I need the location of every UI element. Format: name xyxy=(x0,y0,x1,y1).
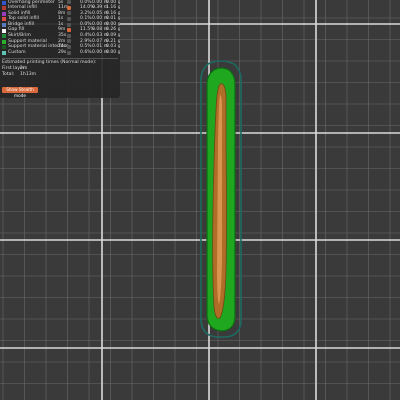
visibility-toggle[interactable] xyxy=(67,28,71,33)
feature-color-swatch xyxy=(2,17,6,22)
feature-color-swatch xyxy=(2,0,6,5)
feature-color-swatch xyxy=(2,22,6,27)
feature-time: 29s xyxy=(58,49,67,55)
first-layer-value: 2m xyxy=(20,65,28,71)
visibility-toggle[interactable] xyxy=(67,0,71,5)
total-value: 1h13m xyxy=(20,72,37,78)
visibility-toggle[interactable] xyxy=(67,11,71,16)
legend-row[interactable]: Custom 29s 0.6% 0.00 m 0.00 g xyxy=(0,50,120,56)
feature-color-swatch xyxy=(2,45,6,50)
visibility-toggle[interactable] xyxy=(67,17,71,22)
feature-color-swatch xyxy=(2,6,6,11)
feature-name: Internal infill xyxy=(8,5,37,11)
feature-weight: 0.09 g xyxy=(106,33,120,39)
visibility-toggle[interactable] xyxy=(67,45,71,50)
feature-name: Custom xyxy=(8,49,26,55)
feature-color-swatch xyxy=(2,50,6,55)
feature-color-swatch xyxy=(2,39,6,44)
visibility-toggle[interactable] xyxy=(67,33,71,38)
total-time: Total: 1h13m xyxy=(0,73,120,79)
show-stealth-mode-button[interactable]: Show Stealth mode xyxy=(2,87,38,98)
legend-divider xyxy=(2,57,118,59)
feature-color-swatch xyxy=(2,28,6,33)
visibility-toggle[interactable] xyxy=(67,5,71,10)
visibility-toggle[interactable] xyxy=(67,22,71,27)
legend-panel: Overhang perimeter 5s 0.0% 0.00 m 0.00 g Inte… xyxy=(0,0,120,98)
printed-part[interactable] xyxy=(200,60,242,338)
feature-weight: 0.00 g xyxy=(106,49,120,55)
feature-color-swatch xyxy=(2,34,6,39)
feature-weight: 1.16 g xyxy=(106,5,120,11)
legend-rows: Overhang perimeter 5s 0.0% 0.00 m 0.00 g Inte… xyxy=(0,0,120,56)
feature-time: 35s xyxy=(58,33,67,39)
feature-percent: 0.6% xyxy=(80,49,92,55)
visibility-toggle[interactable] xyxy=(67,50,71,55)
feature-color-swatch xyxy=(2,11,6,16)
feature-name: Skirt/Brim xyxy=(8,33,31,39)
visibility-toggle[interactable] xyxy=(67,39,71,44)
total-label: Total: xyxy=(2,72,15,78)
feature-percent: 0.4% xyxy=(80,33,92,39)
